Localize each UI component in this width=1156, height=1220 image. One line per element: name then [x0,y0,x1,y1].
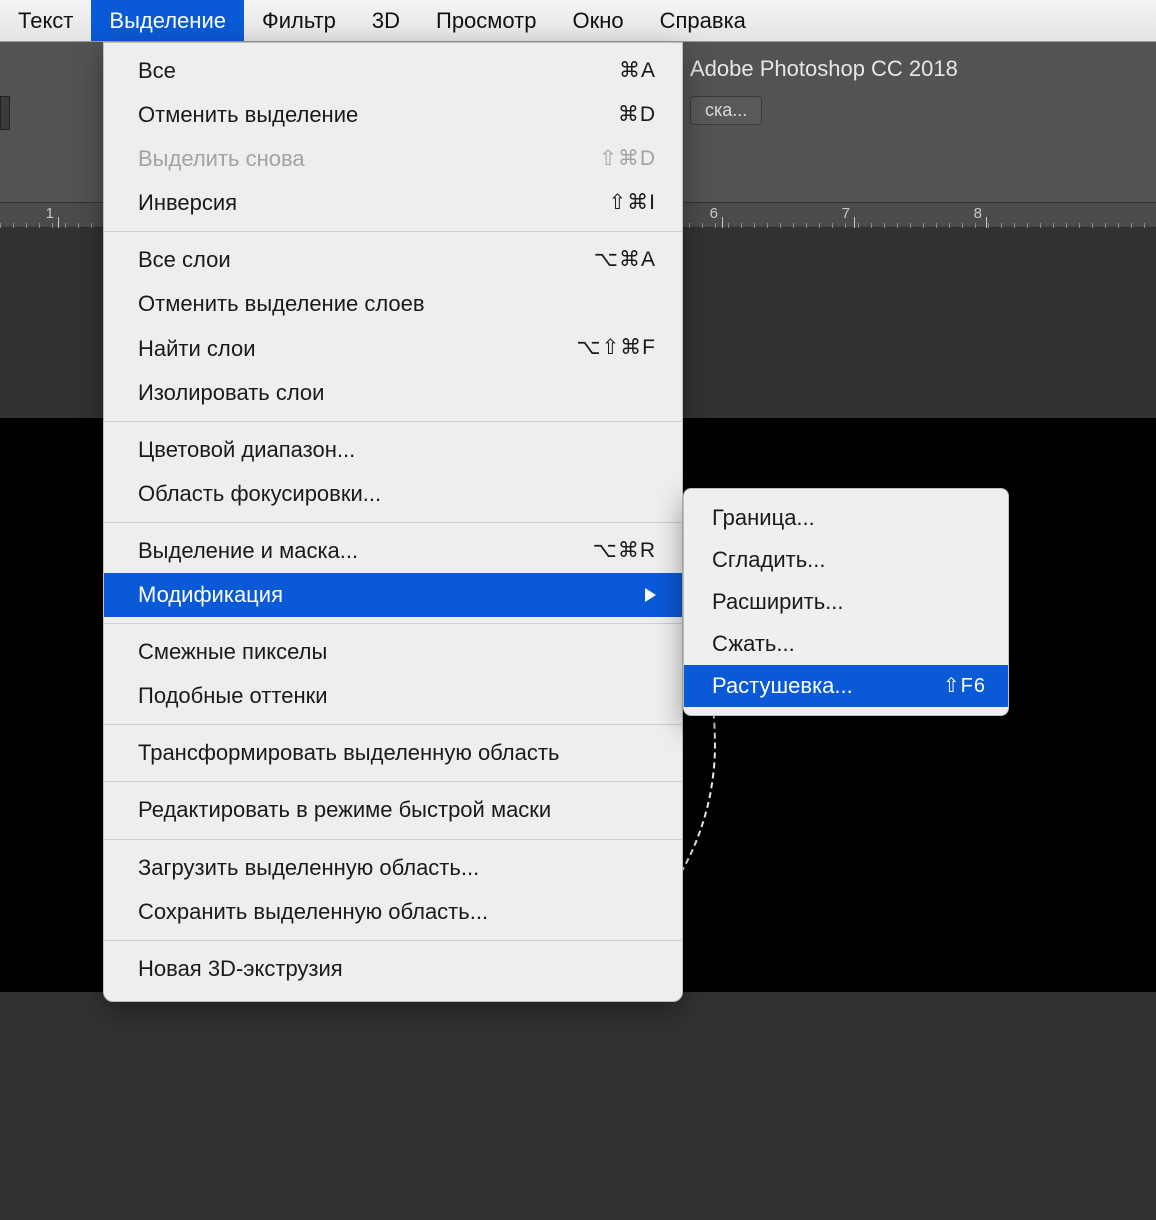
ruler-label: 1 [46,205,54,222]
submenu-row[interactable]: Растушевка... ⇧F6 [684,665,1008,707]
menu-row[interactable]: Подобные оттенки [104,674,682,718]
menu-item-справка[interactable]: Справка [642,0,764,41]
menu-row-label: Сохранить выделенную область... [138,895,656,929]
menu-row[interactable]: Редактировать в режиме быстрой маски [104,788,682,832]
menu-item-окно[interactable]: Окно [554,0,641,41]
modification-submenu: Граница... Сгладить... Расширить... Сжать..… [683,488,1009,716]
submenu-row-label: Расширить... [712,585,844,619]
menu-row[interactable]: Цветовой диапазон... [104,428,682,472]
menu-row-label: Новая 3D-экструзия [138,952,656,986]
menu-row-label: Загрузить выделенную область... [138,851,656,885]
ruler-label: 6 [710,205,718,222]
submenu-row-label: Граница... [712,501,815,535]
menu-row[interactable]: Отменить выделение слоев [104,282,682,326]
submenu-row-label: Растушевка... [712,669,853,703]
menu-item-3d[interactable]: 3D [354,0,418,41]
menu-row-shortcut: ⌘A [619,55,656,88]
menu-row-label: Все слои [138,243,594,277]
menu-row[interactable]: Инверсия⇧⌘I [104,181,682,225]
menu-row-label: Цветовой диапазон... [138,433,656,467]
menu-row-shortcut: ⌥⌘A [594,244,656,277]
menu-item-выделение[interactable]: Выделение [91,0,244,41]
menu-row[interactable]: Все⌘A [104,49,682,93]
submenu-arrow-icon [645,578,656,612]
menu-row[interactable]: Модификация [104,573,682,617]
menu-row[interactable]: Трансформировать выделенную область [104,731,682,775]
submenu-row[interactable]: Расширить... [684,581,1008,623]
menu-item-просмотр[interactable]: Просмотр [418,0,554,41]
menu-row[interactable]: Все слои⌥⌘A [104,238,682,282]
menu-row-label: Редактировать в режиме быстрой маски [138,793,656,827]
submenu-row-label: Сжать... [712,627,795,661]
menu-row[interactable]: Найти слои⌥⇧⌘F [104,327,682,371]
menu-row-label: Выделить снова [138,142,599,176]
menu-row[interactable]: Загрузить выделенную область... [104,846,682,890]
menu-row-shortcut: ⌘D [618,99,656,132]
menu-row-label: Отменить выделение [138,98,618,132]
submenu-row[interactable]: Граница... [684,497,1008,539]
menu-row-shortcut: ⌥⇧⌘F [576,332,656,365]
menu-item-текст[interactable]: Текст [0,0,91,41]
menubar: ТекстВыделениеФильтр3DПросмотрОкноСправк… [0,0,1156,42]
mask-button-fragment[interactable]: ска... [690,96,762,125]
ruler-label: 7 [842,205,850,222]
menu-row[interactable]: Смежные пикселы [104,630,682,674]
selection-menu-dropdown: Все⌘AОтменить выделение⌘DВыделить снова⇧… [103,42,683,1002]
menu-row[interactable]: Сохранить выделенную область... [104,890,682,934]
menu-row-label: Смежные пикселы [138,635,656,669]
menu-row-label: Трансформировать выделенную область [138,736,656,770]
menu-row-shortcut: ⌥⌘R [593,535,656,568]
menu-row[interactable]: Выделение и маска...⌥⌘R [104,529,682,573]
app-title: Adobe Photoshop CC 2018 [690,56,958,82]
menu-row-label: Найти слои [138,332,576,366]
submenu-row[interactable]: Сгладить... [684,539,1008,581]
submenu-row-label: Сгладить... [712,543,826,577]
menu-row-shortcut: ⇧⌘D [599,143,656,176]
menu-row-label: Отменить выделение слоев [138,287,656,321]
menu-row-label: Модификация [138,578,633,612]
ruler-label: 8 [974,205,982,222]
menu-row-label: Подобные оттенки [138,679,656,713]
menu-row[interactable]: Новая 3D-экструзия [104,947,682,991]
menu-row-shortcut: ⇧⌘I [609,187,656,220]
menu-row[interactable]: Область фокусировки... [104,472,682,516]
menu-row-label: Инверсия [138,186,609,220]
menu-row[interactable]: Отменить выделение⌘D [104,93,682,137]
tab-edge-fragment [0,96,10,130]
menu-row: Выделить снова⇧⌘D [104,137,682,181]
menu-row-label: Выделение и маска... [138,534,593,568]
menu-row[interactable]: Изолировать слои [104,371,682,415]
submenu-row[interactable]: Сжать... [684,623,1008,665]
submenu-row-shortcut: ⇧F6 [943,671,986,702]
menu-item-фильтр[interactable]: Фильтр [244,0,354,41]
menu-row-label: Изолировать слои [138,376,656,410]
menu-row-label: Область фокусировки... [138,477,656,511]
menu-row-label: Все [138,54,619,88]
